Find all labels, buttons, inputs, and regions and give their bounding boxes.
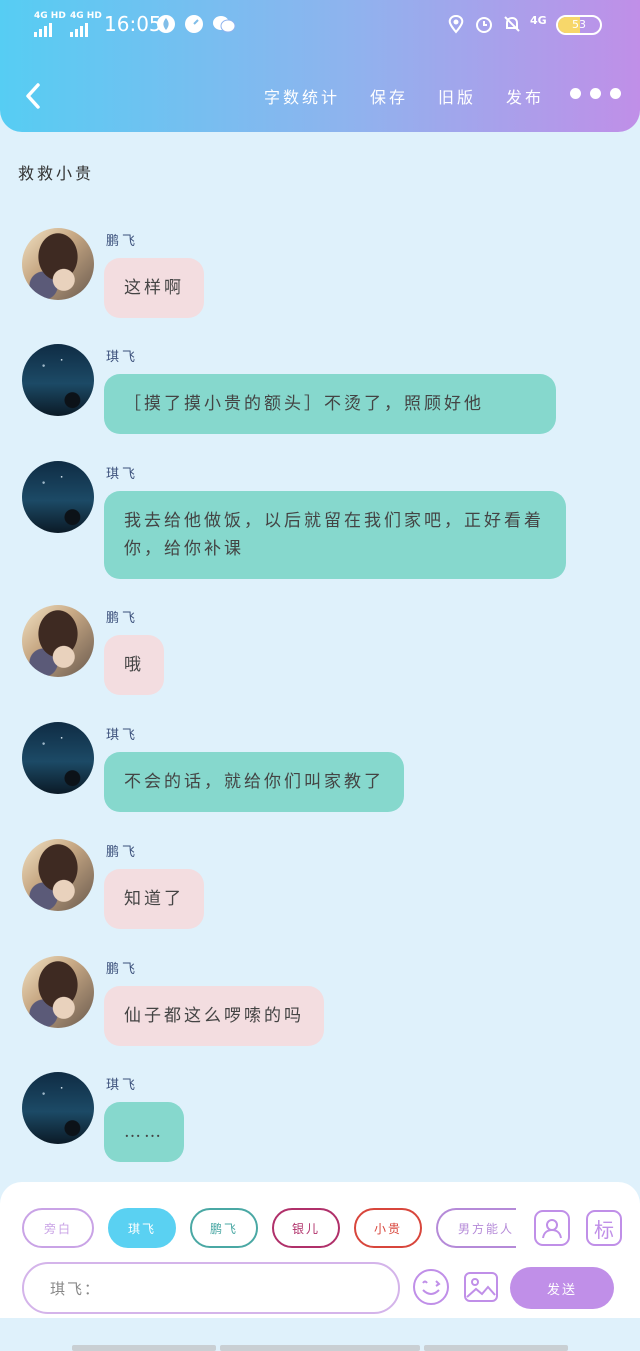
more-options-icon[interactable] (570, 88, 621, 99)
network-label: 4G (530, 14, 547, 27)
clock: 16:05 (104, 12, 162, 36)
avatar[interactable] (22, 722, 94, 794)
avatar[interactable] (22, 344, 94, 416)
composer-panel: 旁白 琪飞 鹏飞 银儿 小贵 男方能人 标 发送 (0, 1182, 640, 1318)
role-chip-xiaogui[interactable]: 小贵 (354, 1208, 422, 1248)
role-chip-narrator[interactable]: 旁白 (22, 1208, 94, 1248)
role-chip-extra[interactable]: 男方能人 (436, 1208, 516, 1248)
avatar[interactable] (22, 956, 94, 1028)
tag-button[interactable]: 标 (586, 1210, 622, 1246)
avatar[interactable] (22, 839, 94, 911)
sender-name: 琪飞 (106, 350, 139, 365)
sender-name: 鹏飞 (106, 234, 139, 249)
role-chip-pengfei[interactable]: 鹏飞 (190, 1208, 258, 1248)
message-bubble[interactable]: …… (104, 1102, 184, 1162)
avatar[interactable] (22, 1072, 94, 1144)
status-bar: 4G HD 4G HD 16:05 4G 53 (0, 10, 640, 40)
old-version-button[interactable]: 旧版 (438, 84, 476, 108)
word-count-button[interactable]: 字数统计 (264, 84, 340, 108)
message-bubble[interactable]: 这样啊 (104, 258, 204, 318)
save-button[interactable]: 保存 (370, 84, 408, 108)
sender-name: 鹏飞 (106, 845, 139, 860)
speed-icon (185, 15, 203, 33)
keyboard-hint-bar (220, 1345, 420, 1351)
avatar[interactable] (22, 228, 94, 300)
location-icon (448, 14, 464, 34)
message-bubble[interactable]: 不会的话，就给你们叫家教了 (104, 752, 404, 812)
signal-label: 4G HD (70, 11, 102, 21)
alarm-icon (476, 17, 492, 33)
message-bubble[interactable]: 知道了 (104, 869, 204, 929)
mute-bell-icon (504, 16, 520, 32)
sender-name: 琪飞 (106, 467, 139, 482)
keyboard-hint-bar (72, 1345, 216, 1351)
message-bubble[interactable]: ［摸了摸小贵的额头］不烫了，照顾好他 (104, 374, 556, 434)
message-bubble[interactable]: 我去给他做饭，以后就留在我们家吧，正好看着你，给你补课 (104, 491, 566, 579)
app-header: 4G HD 4G HD 16:05 4G 53 字数统计 保存 旧版 发布 (0, 0, 640, 132)
message-input[interactable] (22, 1262, 400, 1314)
battery-level: 53 (572, 18, 586, 31)
avatar[interactable] (22, 461, 94, 533)
signal-label: 4G HD (34, 11, 66, 21)
sender-name: 鹏飞 (106, 962, 139, 977)
flame-icon (157, 15, 175, 33)
signal-icon: 4G HD (34, 12, 66, 37)
message-bubble[interactable]: 仙子都这么啰嗦的吗 (104, 986, 324, 1046)
keyboard-hint-bar (424, 1345, 568, 1351)
wechat-icon (213, 16, 236, 33)
battery-icon: 53 (556, 15, 602, 35)
sender-name: 琪飞 (106, 1078, 139, 1093)
signal-icon: 4G HD (70, 12, 102, 37)
publish-button[interactable]: 发布 (506, 84, 544, 108)
contact-card-icon[interactable] (534, 1210, 570, 1246)
image-icon[interactable] (462, 1268, 500, 1306)
conversation-title: 救救小贵 (18, 164, 95, 183)
avatar[interactable] (22, 605, 94, 677)
role-chip-qifei[interactable]: 琪飞 (108, 1208, 176, 1248)
sender-name: 鹏飞 (106, 611, 139, 626)
back-arrow-icon[interactable] (20, 80, 48, 112)
sender-name: 琪飞 (106, 728, 139, 743)
emoji-icon[interactable] (412, 1268, 450, 1306)
role-chip-yiner[interactable]: 银儿 (272, 1208, 340, 1248)
send-button[interactable]: 发送 (510, 1267, 614, 1309)
message-bubble[interactable]: 哦 (104, 635, 164, 695)
